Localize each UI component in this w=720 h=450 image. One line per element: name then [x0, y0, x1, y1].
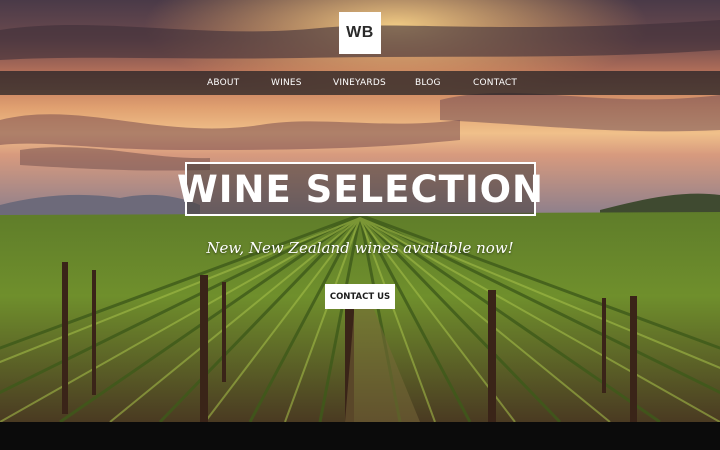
logo-text: WB	[346, 24, 374, 41]
nav-item-vineyards[interactable]: VINEYARDS	[333, 78, 386, 88]
hero-title-box: WINE SELECTION	[177, 162, 543, 216]
nav-item-wines[interactable]: WINES	[271, 78, 302, 88]
hero-section: WB ABOUT WINES VINEYARDS BLOG CONTACT WI…	[0, 0, 720, 422]
contact-us-button[interactable]: CONTACT US	[325, 284, 395, 309]
nav-item-contact[interactable]: CONTACT	[473, 78, 517, 88]
nav-item-about[interactable]: ABOUT	[207, 78, 239, 88]
hero-tagline: New, New Zealand wines available now!	[206, 239, 514, 257]
footer-bar	[0, 422, 720, 450]
nav-item-blog[interactable]: BLOG	[415, 78, 441, 88]
logo[interactable]: WB	[339, 12, 381, 54]
main-navigation: ABOUT WINES VINEYARDS BLOG CONTACT	[0, 71, 720, 95]
hero-title: WINE SELECTION	[176, 167, 545, 211]
